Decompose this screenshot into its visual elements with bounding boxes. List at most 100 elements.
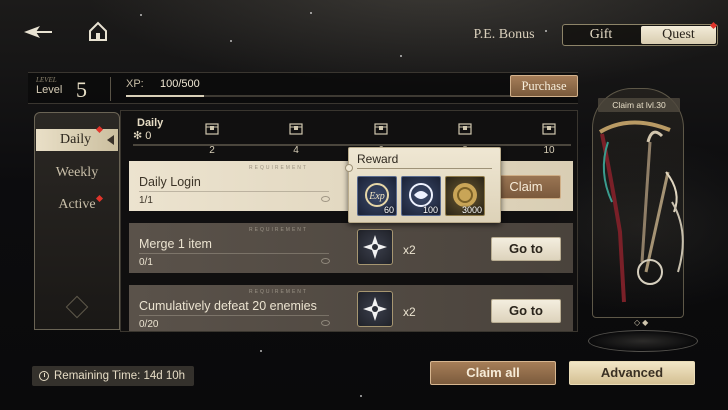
milestone-label: 10 [543, 145, 555, 156]
top-tabs: P.E. Bonus Gift Quest [450, 21, 718, 48]
chest-icon[interactable] [374, 121, 388, 135]
clock-icon [39, 371, 49, 381]
milestone-label: 2 [209, 145, 215, 156]
purchase-label: Purchase [521, 79, 567, 93]
popup-title: Reward [357, 152, 399, 166]
remaining-time: Remaining Time: 14d 10h [32, 366, 194, 386]
requirement-caption: REQUIREMENT [249, 289, 308, 295]
carousel-pager-icon[interactable]: ◇ ◆ [634, 318, 648, 327]
xp-label: XP: [126, 78, 144, 90]
task-row: REQUIREMENT Cumulatively defeat 20 enemi… [129, 285, 573, 331]
sidebar-item-active[interactable]: Active [35, 194, 119, 213]
claim-button[interactable]: Claim [491, 175, 561, 199]
reward-amount: 60 [383, 205, 394, 215]
popup-anchor [345, 164, 353, 172]
milestone-label: 4 [293, 145, 299, 156]
task-divider [139, 191, 329, 192]
progress-title: Daily [137, 117, 164, 129]
go-to-label: Go to [509, 303, 543, 318]
level-caption: LEVEL [36, 76, 57, 84]
chest-icon[interactable] [542, 121, 556, 135]
reward-multiplier: x2 [403, 243, 416, 257]
reward-item[interactable]: 100 [401, 176, 441, 216]
back-arrow-icon [24, 26, 52, 38]
star [400, 55, 402, 57]
tab-gift-label: Gift [589, 27, 613, 42]
reward-amount: 3000 [461, 205, 482, 215]
tab-gift[interactable]: Gift [563, 25, 639, 45]
compass-star-icon [363, 297, 387, 321]
requirement-caption: REQUIREMENT [249, 165, 308, 171]
remaining-time-label: Remaining Time: 14d 10h [54, 370, 186, 382]
star [260, 350, 262, 352]
tab-quest-label: Quest [662, 27, 695, 42]
sidebar-item-weekly[interactable]: Weekly [35, 165, 119, 181]
star [310, 12, 312, 14]
reward-item[interactable]: Exp 60 [357, 176, 397, 216]
reward-amount: 100 [422, 205, 438, 215]
reward-multiplier: x2 [403, 305, 416, 319]
advanced-button[interactable]: Advanced [569, 361, 695, 385]
sidebar-item-label: Daily [60, 132, 92, 147]
xp-value: 100/500 [160, 78, 200, 90]
chest-icon[interactable] [458, 121, 472, 135]
task-progress: 1/1 [139, 195, 153, 206]
task-progress: 0/1 [139, 257, 153, 268]
xp-progress-fill [126, 95, 204, 97]
claim-all-button[interactable]: Claim all [430, 361, 556, 385]
notification-dot [95, 125, 104, 134]
claim-all-label: Claim all [466, 365, 520, 380]
level-value: 5 [76, 77, 87, 102]
task-divider [139, 315, 329, 316]
arrow-left-icon [107, 135, 114, 145]
go-to-label: Go to [509, 241, 543, 256]
purchase-button[interactable]: Purchase [510, 75, 578, 97]
back-button[interactable] [22, 22, 54, 42]
task-title: Merge 1 item [139, 237, 212, 251]
divider [110, 77, 111, 101]
sidebar-item-daily[interactable]: Daily [36, 125, 118, 151]
eye-icon [321, 320, 330, 326]
chest-icon[interactable] [289, 121, 303, 135]
category-sidebar: Daily Weekly Active [34, 112, 120, 330]
claim-at-caption: Claim at lvl.30 [598, 98, 680, 112]
level-bar: LEVEL Level 5 XP: 100/500 [28, 72, 578, 104]
go-to-button[interactable]: Go to [491, 299, 561, 323]
task-title: Daily Login [139, 175, 201, 189]
task-progress: 0/20 [139, 319, 159, 330]
eye-icon [321, 258, 330, 264]
star [140, 14, 142, 16]
tab-quest[interactable]: Quest [641, 26, 716, 44]
progress-count: ✻ 0 [133, 130, 152, 142]
chest-icon[interactable] [205, 121, 219, 135]
tab-pe-bonus-label: P.E. Bonus [473, 27, 535, 42]
task-divider [139, 253, 329, 254]
home-button[interactable] [86, 20, 110, 42]
go-to-button[interactable]: Go to [491, 237, 561, 261]
sidebar-item-label: Active [58, 197, 96, 212]
eye-icon [321, 196, 330, 202]
progress-count-value: 0 [145, 130, 152, 142]
claim-label: Claim [509, 179, 543, 194]
advanced-label: Advanced [600, 365, 664, 380]
weapon-scythe-icon[interactable] [590, 112, 694, 312]
xp-progress-bar [126, 95, 516, 97]
svg-text:Exp: Exp [368, 191, 385, 202]
reward-item[interactable]: 3000 [445, 176, 485, 216]
tab-group: Gift Quest [562, 21, 718, 46]
level-label: Level [36, 84, 63, 96]
tab-pe-bonus[interactable]: P.E. Bonus [450, 24, 558, 46]
divider [357, 168, 492, 169]
reward-popup: Reward Exp 60 100 3000 [345, 147, 501, 223]
notification-dot [95, 194, 104, 203]
reward-item[interactable] [357, 291, 393, 327]
ornament-icon [65, 295, 89, 319]
task-row: REQUIREMENT Merge 1 item 0/1 x2 Go to [129, 223, 573, 273]
pedestal [588, 330, 698, 352]
milestone-track [133, 144, 571, 146]
star [230, 40, 232, 42]
compass-star-icon [363, 235, 387, 259]
star [360, 395, 362, 397]
requirement-caption: REQUIREMENT [249, 227, 308, 233]
reward-item[interactable] [357, 229, 393, 265]
